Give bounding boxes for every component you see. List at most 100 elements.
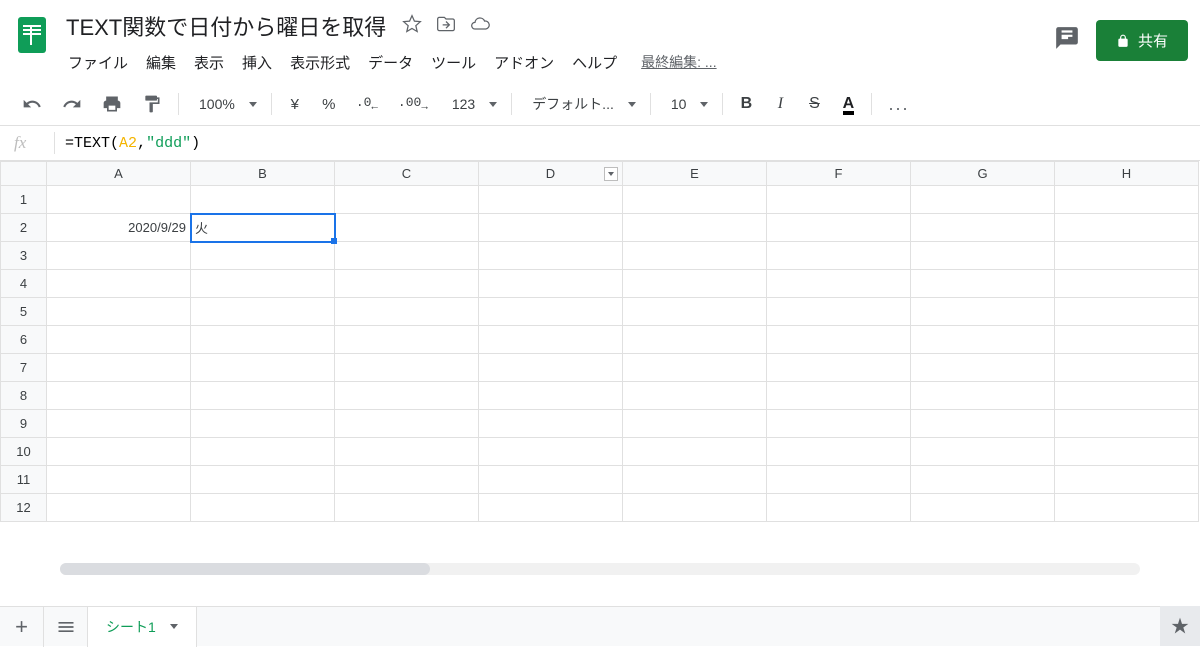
cell-F8[interactable] <box>767 382 911 410</box>
add-sheet-button[interactable]: + <box>0 607 44 647</box>
cell-A10[interactable] <box>47 438 191 466</box>
cell-F11[interactable] <box>767 466 911 494</box>
column-header-D[interactable]: D <box>479 162 623 186</box>
cell-H12[interactable] <box>1055 494 1199 522</box>
cell-H6[interactable] <box>1055 326 1199 354</box>
menu-file[interactable]: ファイル <box>60 48 136 77</box>
row-header-11[interactable]: 11 <box>1 466 47 494</box>
star-icon[interactable] <box>402 14 422 39</box>
cell-C3[interactable] <box>335 242 479 270</box>
cell-A3[interactable] <box>47 242 191 270</box>
row-header-4[interactable]: 4 <box>1 270 47 298</box>
cell-F4[interactable] <box>767 270 911 298</box>
move-icon[interactable] <box>436 14 456 39</box>
bold-button[interactable]: B <box>731 89 761 119</box>
cell-G3[interactable] <box>911 242 1055 270</box>
currency-button[interactable]: ¥ <box>280 89 310 119</box>
cell-A8[interactable] <box>47 382 191 410</box>
cell-C10[interactable] <box>335 438 479 466</box>
column-header-C[interactable]: C <box>335 162 479 186</box>
cell-D12[interactable] <box>479 494 623 522</box>
cell-A11[interactable] <box>47 466 191 494</box>
cell-H7[interactable] <box>1055 354 1199 382</box>
cell-B9[interactable] <box>191 410 335 438</box>
cell-F1[interactable] <box>767 186 911 214</box>
italic-button[interactable]: I <box>765 89 795 119</box>
cell-D3[interactable] <box>479 242 623 270</box>
menu-edit[interactable]: 編集 <box>138 48 184 77</box>
spreadsheet-grid[interactable]: ABCDEFGH 122020/9/29火3456789101112 <box>0 161 1199 522</box>
cell-G7[interactable] <box>911 354 1055 382</box>
cloud-status-icon[interactable] <box>470 14 490 39</box>
row-header-10[interactable]: 10 <box>1 438 47 466</box>
menu-insert[interactable]: 挿入 <box>234 48 280 77</box>
cell-D10[interactable] <box>479 438 623 466</box>
last-edit-link[interactable]: 最終編集: ... <box>637 48 720 77</box>
cell-C6[interactable] <box>335 326 479 354</box>
cell-H10[interactable] <box>1055 438 1199 466</box>
cell-D9[interactable] <box>479 410 623 438</box>
horizontal-scrollbar[interactable] <box>60 563 1140 575</box>
cell-F3[interactable] <box>767 242 911 270</box>
print-button[interactable] <box>94 89 130 119</box>
cell-D11[interactable] <box>479 466 623 494</box>
cell-B5[interactable] <box>191 298 335 326</box>
cell-G2[interactable] <box>911 214 1055 242</box>
more-toolbar-button[interactable]: ... <box>880 89 917 119</box>
cell-E10[interactable] <box>623 438 767 466</box>
cell-G12[interactable] <box>911 494 1055 522</box>
cell-E4[interactable] <box>623 270 767 298</box>
cell-D2[interactable] <box>479 214 623 242</box>
cell-A12[interactable] <box>47 494 191 522</box>
cell-B12[interactable] <box>191 494 335 522</box>
cell-G1[interactable] <box>911 186 1055 214</box>
select-all-corner[interactable] <box>1 162 47 186</box>
cell-H2[interactable] <box>1055 214 1199 242</box>
menu-help[interactable]: ヘルプ <box>564 48 625 77</box>
row-header-8[interactable]: 8 <box>1 382 47 410</box>
undo-button[interactable] <box>14 89 50 119</box>
cell-C4[interactable] <box>335 270 479 298</box>
cell-E2[interactable] <box>623 214 767 242</box>
cell-D5[interactable] <box>479 298 623 326</box>
cell-B10[interactable] <box>191 438 335 466</box>
column-header-G[interactable]: G <box>911 162 1055 186</box>
cell-B3[interactable] <box>191 242 335 270</box>
menu-data[interactable]: データ <box>360 48 421 77</box>
row-header-3[interactable]: 3 <box>1 242 47 270</box>
cell-C9[interactable] <box>335 410 479 438</box>
explore-button[interactable] <box>1160 606 1200 646</box>
document-title[interactable]: TEXT関数で日付から曜日を取得 <box>60 8 392 44</box>
row-header-1[interactable]: 1 <box>1 186 47 214</box>
cell-F5[interactable] <box>767 298 911 326</box>
row-header-7[interactable]: 7 <box>1 354 47 382</box>
cell-B8[interactable] <box>191 382 335 410</box>
cell-B11[interactable] <box>191 466 335 494</box>
cell-E6[interactable] <box>623 326 767 354</box>
cell-F9[interactable] <box>767 410 911 438</box>
cell-A4[interactable] <box>47 270 191 298</box>
cell-H11[interactable] <box>1055 466 1199 494</box>
cell-C7[interactable] <box>335 354 479 382</box>
cell-A6[interactable] <box>47 326 191 354</box>
row-header-2[interactable]: 2 <box>1 214 47 242</box>
cell-F2[interactable] <box>767 214 911 242</box>
column-header-F[interactable]: F <box>767 162 911 186</box>
all-sheets-button[interactable] <box>44 607 88 647</box>
row-header-9[interactable]: 9 <box>1 410 47 438</box>
cell-C8[interactable] <box>335 382 479 410</box>
row-header-12[interactable]: 12 <box>1 494 47 522</box>
percent-button[interactable]: % <box>314 89 344 119</box>
cell-G4[interactable] <box>911 270 1055 298</box>
cell-A1[interactable] <box>47 186 191 214</box>
column-header-E[interactable]: E <box>623 162 767 186</box>
sheets-logo[interactable] <box>12 8 52 62</box>
formula-input[interactable]: =TEXT(A2,"ddd") <box>65 135 200 152</box>
cell-E3[interactable] <box>623 242 767 270</box>
cell-B1[interactable] <box>191 186 335 214</box>
cell-E8[interactable] <box>623 382 767 410</box>
font-size-dropdown[interactable]: 10 <box>659 92 715 116</box>
column-header-H[interactable]: H <box>1055 162 1199 186</box>
cell-A5[interactable] <box>47 298 191 326</box>
decrease-decimal-button[interactable]: .0← <box>348 89 386 119</box>
